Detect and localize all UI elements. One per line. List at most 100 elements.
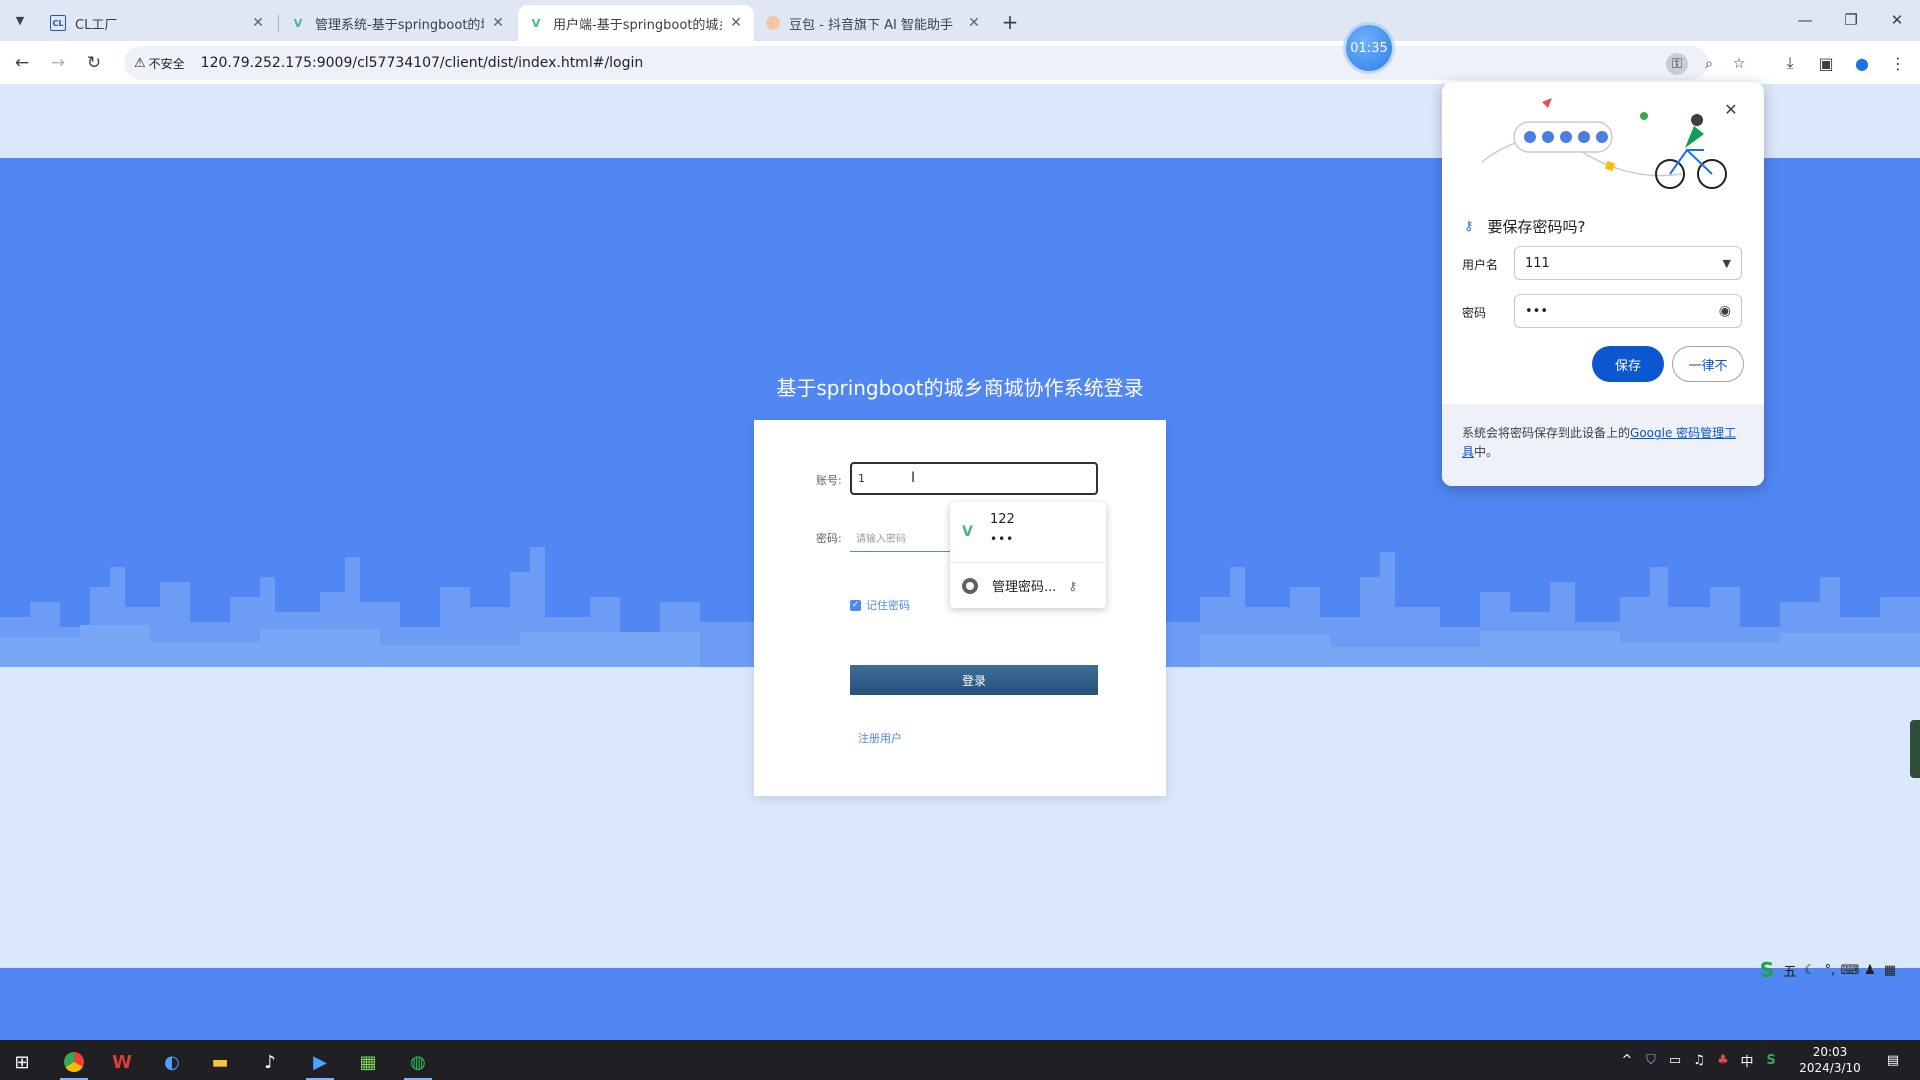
caret-down-icon: ▼ (1722, 256, 1731, 270)
notification-icon[interactable]: ▤ (1878, 1050, 1908, 1070)
download-icon[interactable]: ⤓ (1778, 51, 1802, 75)
cyclist-illustration (1481, 98, 1727, 189)
restore-button[interactable]: ❐ (1828, 0, 1874, 40)
restore-icon: ❐ (1844, 11, 1858, 29)
login-button[interactable]: 登录 (850, 665, 1098, 695)
media-player-icon[interactable]: ▶ (300, 1044, 340, 1080)
sogou-browser-icon[interactable]: ◐ (152, 1044, 192, 1080)
floating-timer[interactable]: 01:35 (1346, 25, 1392, 71)
minimize-button[interactable]: — (1782, 0, 1828, 40)
qq-icon[interactable]: ♣ (1712, 1050, 1734, 1070)
store-icon[interactable]: ▦ (348, 1044, 388, 1080)
login-form: 账号: 1 I 密码: 请输入密码 ✓ 记住密码 登录 注册用户 (754, 420, 1166, 796)
file-explorer-icon[interactable]: ▬ (200, 1044, 240, 1080)
chrome-icon (962, 577, 978, 594)
close-window-button[interactable]: ✕ (1874, 0, 1920, 40)
reload-icon: ↻ (86, 53, 102, 73)
ime-toolbar: S 五 ☾ °, ⌨ ♟ ▦ (1754, 956, 1920, 984)
tab-admin-system[interactable]: V 管理系统-基于springboot的城乡 ✕ (280, 5, 516, 41)
taskbar: ⊞ W ◐ ▬ ♪ ▶ ▦ ◍ ^ ⛉ ▭ ♫ ♣ 中 S 20:03 2024… (0, 1040, 1920, 1080)
close-tab-icon[interactable]: ✕ (728, 15, 744, 31)
chrome-taskbar-icon[interactable] (54, 1044, 94, 1080)
menu-icon[interactable]: ⋮ (1886, 51, 1910, 75)
reload-button[interactable]: ↻ (78, 47, 110, 79)
profile-icon[interactable]: ● (1850, 51, 1874, 75)
checkmark-icon: ✓ (850, 599, 861, 611)
tiktok-icon[interactable]: ♪ (250, 1044, 290, 1080)
plus-icon: + (1001, 10, 1019, 34)
autofill-suggestion[interactable]: V 122 ••• (950, 502, 1106, 562)
grid-icon[interactable]: ▦ (1880, 963, 1900, 978)
footer-band (0, 968, 1920, 1040)
doubao-icon (766, 16, 780, 30)
username-select[interactable]: 111 ▼ (1514, 246, 1742, 280)
moon-icon[interactable]: ☾ (1800, 963, 1820, 978)
side-drawer-handle[interactable] (1910, 720, 1920, 778)
forward-button[interactable]: → (42, 47, 74, 79)
minimize-icon: — (1797, 11, 1813, 29)
keyboard-icon[interactable]: ⌨ (1840, 963, 1860, 978)
windows-start-icon[interactable]: ⊞ (2, 1044, 42, 1080)
security-shield-icon[interactable]: ⛉ (1640, 1050, 1662, 1070)
close-icon: ✕ (1890, 11, 1904, 29)
security-indicator[interactable]: ⚠ 不安全 (134, 55, 199, 72)
network-icon[interactable]: ▭ (1664, 1050, 1686, 1070)
punctuation-icon[interactable]: °, (1820, 963, 1840, 978)
tray-expand-icon[interactable]: ^ (1616, 1050, 1638, 1070)
tab-client-login[interactable]: V 用户端-基于springboot的城乡 ✕ (518, 5, 754, 41)
account-label: 账号: (816, 474, 842, 487)
account-input[interactable]: 1 (850, 462, 1098, 495)
eye-icon[interactable]: ◉ (1719, 303, 1731, 319)
password-key-icon[interactable]: ⚿ (1666, 53, 1688, 75)
arrow-left-icon: ← (14, 53, 30, 73)
remember-password-checkbox[interactable]: ✓ 记住密码 (850, 597, 910, 613)
tab-strip: ▼ CL CL工厂 ✕ V 管理系统-基于springboot的城乡 ✕ V 用… (0, 0, 1920, 41)
password-label: 密码: (816, 532, 842, 545)
ime-mode[interactable]: 五 (1780, 961, 1800, 980)
side-panel-icon[interactable]: ▣ (1814, 51, 1838, 75)
save-button[interactable]: 保存 (1592, 346, 1664, 382)
back-button[interactable]: ← (6, 47, 38, 79)
volume-icon[interactable]: ♫ (1688, 1050, 1710, 1070)
star-icon[interactable]: ☆ (1728, 53, 1750, 75)
system-clock[interactable]: 20:03 2024/3/10 (1786, 1044, 1874, 1076)
password-field[interactable]: ••• ◉ (1514, 294, 1742, 328)
wps-icon[interactable]: W (102, 1044, 142, 1080)
close-tab-icon[interactable]: ✕ (966, 15, 982, 31)
dialog-header: ⚷ 要保存密码吗? (1464, 218, 1586, 236)
sogou-tray-icon[interactable]: S (1760, 1050, 1782, 1070)
password-label: 密码 (1462, 306, 1487, 320)
tab-search-button[interactable]: ▼ (8, 8, 32, 32)
wechat-icon[interactable]: ◍ (398, 1044, 438, 1080)
save-password-dialog: ✕ ⚷ 要保存密码吗? 用户名 111 ▼ 密码 ••• ◉ 保存 一律不 系统… (1442, 82, 1764, 486)
close-tab-icon[interactable]: ✕ (250, 15, 266, 31)
vue-icon: V (531, 16, 541, 30)
address-bar[interactable]: ⚠ 不安全 120.79.252.175:9009/cl57734107/cli… (124, 46, 1745, 80)
cl-icon: CL (50, 15, 66, 31)
ime-indicator[interactable]: 中 (1736, 1050, 1758, 1070)
register-link[interactable]: 注册用户 (858, 730, 902, 746)
tab-doubao[interactable]: 豆包 - 抖音旗下 AI 智能助手 ✕ (756, 5, 992, 41)
browser-toolbar: ← → ↻ ⚠ 不安全 120.79.252.175:9009/cl577341… (0, 41, 1920, 85)
manage-passwords-item[interactable]: 管理密码... ⚷ (950, 563, 1106, 608)
warning-icon: ⚠ (134, 55, 146, 71)
arrow-right-icon: → (50, 53, 66, 73)
username-label: 用户名 (1462, 258, 1499, 272)
close-tab-icon[interactable]: ✕ (490, 15, 506, 31)
tab-separator (278, 14, 279, 32)
zoom-icon[interactable]: ⌕ (1698, 53, 1720, 75)
key-icon: ⚷ (1464, 219, 1474, 234)
key-icon: ⚷ (1068, 578, 1078, 593)
sogou-logo-icon[interactable]: S (1754, 958, 1780, 982)
autofill-dropdown: V 122 ••• 管理密码... ⚷ (950, 502, 1106, 608)
url-text: 120.79.252.175:9009/cl57734107/client/di… (200, 55, 644, 71)
dialog-footer: 系统会将密码保存到此设备上的Google 密码管理工具中。 (1442, 404, 1764, 486)
tab-cl-factory[interactable]: CL CL工厂 ✕ (40, 5, 276, 41)
close-icon[interactable]: ✕ (1720, 98, 1742, 120)
chevron-down-icon: ▼ (15, 13, 25, 27)
new-tab-button[interactable]: + (996, 8, 1024, 36)
user-icon[interactable]: ♟ (1860, 963, 1880, 978)
never-button[interactable]: 一律不 (1672, 346, 1744, 382)
vue-icon: V (962, 524, 973, 540)
vue-icon: V (293, 16, 303, 30)
